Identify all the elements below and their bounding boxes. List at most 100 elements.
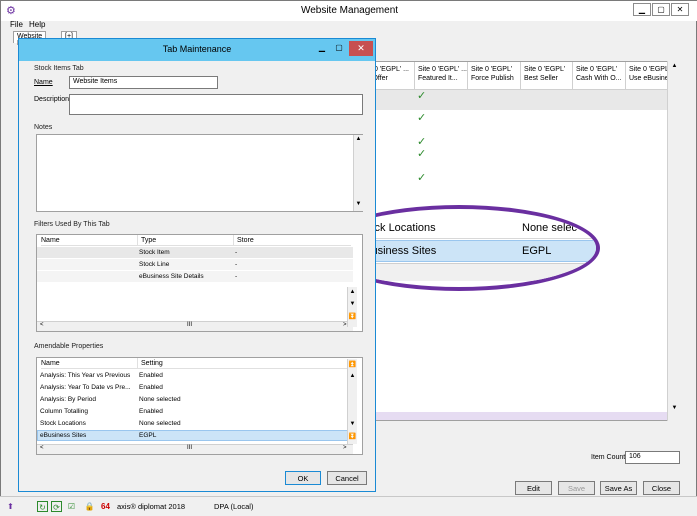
minimize-button[interactable]: ▁ — [633, 3, 651, 16]
grid-column-header[interactable]: Site 0 'EGPL' Best Seller — [521, 62, 573, 90]
ok-button[interactable]: OK — [285, 471, 321, 485]
refresh-icon[interactable]: ↻ — [37, 501, 48, 512]
move-up-icon[interactable]: ▲ — [348, 373, 357, 379]
property-setting[interactable]: Enabled — [139, 382, 163, 393]
window-title: Website Management — [300, 5, 399, 16]
close-button[interactable]: Close — [643, 481, 680, 495]
scroll-right-icon[interactable]: > — [343, 445, 347, 451]
amendable-side-scrollbar[interactable]: ⏫ ▲ ▼ ⏬ — [347, 359, 357, 444]
connection-name: DPA (Local) — [214, 502, 254, 511]
amendable-properties-list[interactable]: Name Setting Analysis: This Year vs Prev… — [36, 357, 363, 455]
main-titlebar[interactable]: ⚙ Website Management ▁ ▢ ✕ — [1, 1, 697, 21]
save-as-button[interactable]: Save As — [600, 481, 637, 495]
checklist-icon[interactable]: ☑ — [66, 501, 77, 512]
grid-vertical-scrollbar[interactable]: ▲ ▼ — [667, 61, 681, 421]
menu-file[interactable]: File — [10, 20, 23, 29]
property-setting[interactable]: Enabled — [139, 406, 163, 417]
check-mark-icon: ✓ — [417, 90, 427, 102]
filters-list[interactable]: Name Type Store Stock Item - Stock Line … — [36, 234, 363, 332]
lock-icon[interactable]: 🔒 — [84, 501, 95, 512]
amendable-properties-label: Amendable Properties — [34, 343, 104, 350]
scroll-right-icon[interactable]: > — [343, 322, 347, 328]
notes-field[interactable] — [36, 134, 363, 212]
filter-store: - — [235, 249, 238, 256]
dialog-minimize-button[interactable]: ▁ — [315, 43, 329, 54]
filters-header-name[interactable]: Name — [41, 235, 137, 246]
cancel-button[interactable]: Cancel — [327, 471, 367, 485]
property-name[interactable]: Analysis: This Year vs Previous — [40, 370, 130, 381]
property-setting[interactable]: EGPL — [139, 430, 156, 441]
scroll-up-icon[interactable]: ▲ — [670, 63, 679, 69]
filter-type: Stock Item — [139, 249, 170, 256]
filters-hscroll[interactable]: < III > — [37, 321, 353, 331]
move-up-icon[interactable]: ▲ — [348, 289, 357, 295]
scroll-left-icon[interactable]: < — [40, 445, 44, 451]
property-setting[interactable]: Enabled — [139, 370, 163, 381]
tab-maintenance-dialog: Tab Maintenance ▁ ▢ ✕ Stock Items Tab Na… — [18, 38, 376, 492]
filters-header-store[interactable]: Store — [233, 235, 351, 246]
filter-type: Stock Line — [139, 261, 170, 268]
grid-column-header[interactable]: Site 0 'EGPL' Force Publish — [468, 62, 521, 90]
edit-button[interactable]: Edit — [515, 481, 552, 495]
stock-items-tab-label: Stock Items Tab — [34, 65, 84, 72]
scroll-thumb-icon[interactable]: III — [187, 445, 192, 451]
amendable-header-name[interactable]: Name — [41, 358, 137, 369]
grid-column-header[interactable]: Site 0 'EGPL' Cash With O... — [573, 62, 626, 90]
close-window-button[interactable]: ✕ — [671, 3, 689, 16]
property-name[interactable]: Column Totalling — [40, 406, 88, 417]
menu-help[interactable]: Help — [29, 20, 45, 29]
description-field[interactable] — [69, 94, 363, 115]
64bit-icon: 64 — [101, 502, 110, 511]
grid-column-header[interactable]: Site 0 'EGPL' Use eBusine... — [626, 62, 675, 90]
name-field[interactable]: Website Items — [69, 76, 218, 89]
scroll-up-icon[interactable]: ▲ — [354, 136, 363, 142]
property-name[interactable]: Analysis: By Period — [40, 394, 96, 405]
property-name[interactable]: Stock Locations — [40, 418, 86, 429]
move-bottom-icon[interactable]: ⏬ — [348, 433, 357, 440]
product-name: axis® diplomat 2018 — [117, 502, 186, 511]
filters-side-scrollbar[interactable]: ▲ ▼ ⏬ — [347, 287, 357, 327]
dialog-titlebar[interactable]: Tab Maintenance ▁ ▢ ✕ — [19, 39, 375, 61]
zoom-row-setting: EGPL — [522, 245, 552, 257]
move-bottom-icon[interactable]: ⏬ — [348, 313, 357, 320]
scroll-left-icon[interactable]: < — [40, 322, 44, 328]
move-top-icon[interactable]: ⏫ — [348, 361, 357, 368]
dialog-close-button[interactable]: ✕ — [349, 41, 373, 56]
upload-icon[interactable]: ⬆ — [5, 501, 16, 512]
grid-column-header[interactable]: Site 0 'EGPL' ... Featured It... — [415, 62, 468, 90]
move-down-icon[interactable]: ▼ — [348, 421, 357, 427]
scroll-thumb-icon[interactable]: III — [187, 322, 192, 328]
property-name[interactable]: Analysis: Year To Date vs Pre... — [40, 382, 131, 393]
filter-store: - — [235, 273, 238, 280]
property-setting[interactable]: None selected — [139, 394, 181, 405]
item-count-field[interactable]: 106 — [625, 451, 680, 464]
property-name[interactable]: eBusiness Sites — [40, 430, 86, 441]
sync-icon[interactable]: ⟳ — [51, 501, 62, 512]
table-row[interactable] — [37, 247, 353, 258]
scroll-down-icon[interactable]: ▼ — [670, 405, 679, 411]
check-mark-icon: ✓ — [417, 112, 427, 124]
notes-scrollbar[interactable]: ▲ ▼ — [353, 135, 363, 211]
property-setting[interactable]: None selected — [139, 418, 181, 429]
amendable-header-setting[interactable]: Setting — [137, 358, 353, 369]
name-label: Name — [34, 79, 53, 86]
filter-store: - — [235, 261, 238, 268]
grid-highlight-row — [357, 412, 668, 420]
filters-label: Filters Used By This Tab — [34, 221, 110, 228]
check-mark-icon: ✓ — [417, 148, 427, 160]
grid-selected-row[interactable] — [357, 90, 668, 110]
filters-header-type[interactable]: Type — [137, 235, 233, 246]
description-label: Description — [34, 96, 70, 103]
dialog-maximize-button[interactable]: ▢ — [332, 43, 346, 54]
filter-type: eBusiness Site Details — [139, 273, 204, 280]
zoom-row-setting: None selec — [522, 222, 578, 234]
scroll-down-icon[interactable]: ▼ — [354, 201, 363, 207]
move-down-icon[interactable]: ▼ — [348, 301, 357, 307]
save-button[interactable]: Save — [558, 481, 595, 495]
amendable-hscroll[interactable]: < III > — [37, 444, 353, 454]
table-row[interactable] — [37, 259, 353, 270]
status-bar: ⬆ ↻ ⟳ ☑ 🔒 64 axis® diplomat 2018 DPA (Lo… — [0, 496, 697, 516]
maximize-button[interactable]: ▢ — [652, 3, 670, 16]
menu-bar: File Help — [1, 20, 697, 31]
notes-label: Notes — [34, 124, 53, 131]
